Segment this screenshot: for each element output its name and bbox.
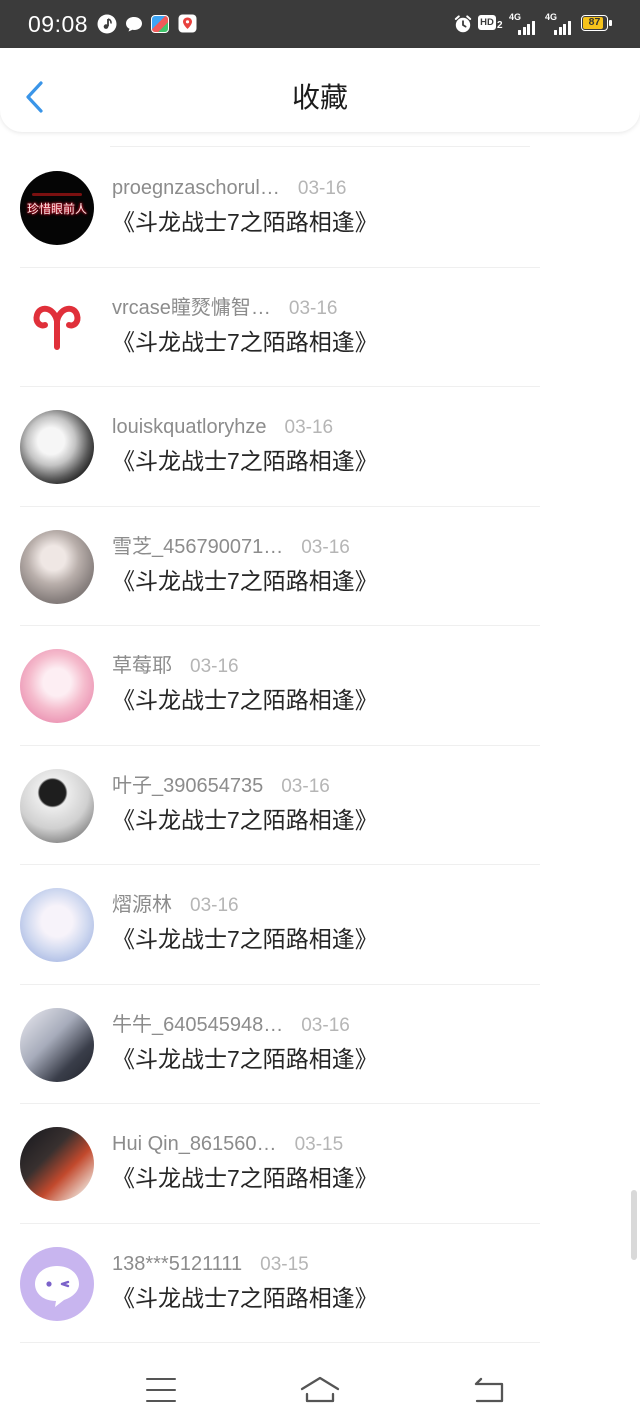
favorite-item[interactable]: vrcase瞳燹慵智… 03-16 《斗龙战士7之陌路相逢》 xyxy=(0,268,640,388)
user-name[interactable]: vrcase瞳燹慵智… xyxy=(112,296,271,320)
home-icon[interactable] xyxy=(299,1375,341,1405)
user-avatar[interactable] xyxy=(20,649,94,723)
favorite-date: 03-16 xyxy=(301,1014,350,1036)
favorite-date: 03-15 xyxy=(260,1253,309,1275)
favorite-title[interactable]: 《斗龙战士7之陌路相逢》 xyxy=(112,567,620,595)
favorite-date: 03-16 xyxy=(284,417,334,438)
favorite-header-row: louiskquatloryhze 03-16 xyxy=(112,415,620,439)
user-name[interactable]: 雪芝_456790071… xyxy=(112,535,283,559)
favorite-header-row: 138***5121111 03-15 xyxy=(112,1252,620,1276)
chat-face-icon xyxy=(35,1265,79,1307)
list-divider xyxy=(110,146,530,147)
chat-bubble-icon xyxy=(126,17,142,32)
favorite-header-row: vrcase瞳燹慵智… 03-16 xyxy=(112,296,620,320)
favorite-meta: louiskquatloryhze 03-16 《斗龙战士7之陌路相逢》 xyxy=(112,415,620,475)
favorite-title[interactable]: 《斗龙战士7之陌路相逢》 xyxy=(112,447,620,475)
user-name[interactable]: 138***5121111 xyxy=(112,1252,242,1276)
system-nav-bar xyxy=(0,1343,640,1427)
favorite-item[interactable]: 草莓耶 03-16 《斗龙战士7之陌路相逢》 xyxy=(0,626,640,746)
user-avatar[interactable] xyxy=(20,529,94,604)
favorite-date: 03-16 xyxy=(301,536,350,558)
status-time: 09:08 xyxy=(28,11,89,37)
signal-bars-icon xyxy=(518,21,535,35)
user-name[interactable]: Hui Qin_861560… xyxy=(112,1132,277,1156)
avatar-decoration xyxy=(32,193,82,196)
favorite-date: 03-16 xyxy=(190,895,239,916)
favorite-header-row: Hui Qin_861560… 03-15 xyxy=(112,1132,620,1156)
signal-bars-icon xyxy=(554,21,571,35)
status-bar: 09:08 HD 2 4G 4G 87 xyxy=(0,0,640,48)
favorite-item[interactable]: 雪芝_456790071… 03-16 《斗龙战士7之陌路相逢》 xyxy=(0,507,640,627)
battery-nub xyxy=(609,20,612,26)
favorite-date: 03-16 xyxy=(281,775,330,797)
page-title: 收藏 xyxy=(291,82,348,113)
user-name[interactable]: 叶子_390654735 xyxy=(112,774,263,798)
user-name[interactable]: proegnzaschorul… xyxy=(112,176,280,200)
favorite-title[interactable]: 《斗龙战士7之陌路相逢》 xyxy=(112,686,620,714)
favorite-date: 03-16 xyxy=(288,297,338,319)
user-name[interactable]: louiskquatloryhze xyxy=(112,415,267,439)
favorite-title[interactable]: 《斗龙战士7之陌路相逢》 xyxy=(112,1045,620,1073)
avatar-caption: 珍惜眼前人 xyxy=(26,202,87,216)
favorite-item[interactable]: louiskquatloryhze 03-16 《斗龙战士7之陌路相逢》 xyxy=(0,387,640,507)
favorite-meta: 熠源林 03-16 《斗龙战士7之陌路相逢》 xyxy=(112,893,620,953)
favorite-header-row: 雪芝_456790071… 03-16 xyxy=(112,535,620,559)
menu-icon[interactable] xyxy=(146,1378,176,1403)
hd-badge: HD xyxy=(478,15,496,30)
user-avatar[interactable] xyxy=(20,1127,94,1201)
scrollbar[interactable] xyxy=(631,1190,637,1260)
favorite-meta: 草莓耶 03-16 《斗龙战士7之陌路相逢》 xyxy=(112,654,620,714)
favorite-meta: 叶子_390654735 03-16 《斗龙战士7之陌路相逢》 xyxy=(112,774,620,834)
favorite-header-row: 牛牛_640545948… 03-16 xyxy=(112,1013,620,1037)
signal-sim2: 4G xyxy=(545,12,577,36)
favorite-title[interactable]: 《斗龙战士7之陌路相逢》 xyxy=(112,925,620,953)
app-header: 收藏 xyxy=(0,48,640,132)
user-avatar[interactable]: 珍惜眼前人 xyxy=(20,171,94,245)
user-name[interactable]: 牛牛_640545948… xyxy=(112,1013,283,1037)
favorite-item[interactable]: 叶子_390654735 03-16 《斗龙战士7之陌路相逢》 xyxy=(0,746,640,866)
music-icon xyxy=(97,14,117,34)
favorite-meta: vrcase瞳燹慵智… 03-16 《斗龙战士7之陌路相逢》 xyxy=(112,296,620,356)
user-avatar[interactable] xyxy=(20,410,94,484)
user-avatar[interactable] xyxy=(20,768,94,843)
favorite-meta: Hui Qin_861560… 03-15 《斗龙战士7之陌路相逢》 xyxy=(112,1132,620,1192)
favorite-title[interactable]: 《斗龙战士7之陌路相逢》 xyxy=(112,328,620,356)
hd-badge-sub: 2 xyxy=(497,20,503,31)
favorite-meta: 牛牛_640545948… 03-16 《斗龙战士7之陌路相逢》 xyxy=(112,1013,620,1073)
battery-icon: 87 xyxy=(581,15,608,31)
favorite-header-row: proegnzaschorul… 03-16 xyxy=(112,176,620,200)
favorite-item[interactable]: Hui Qin_861560… 03-15 《斗龙战士7之陌路相逢》 xyxy=(0,1104,640,1224)
favorite-title[interactable]: 《斗龙战士7之陌路相逢》 xyxy=(112,1164,620,1192)
user-avatar[interactable] xyxy=(20,888,94,962)
favorite-meta: proegnzaschorul… 03-16 《斗龙战士7之陌路相逢》 xyxy=(112,176,620,236)
favorite-header-row: 草莓耶 03-16 xyxy=(112,654,620,678)
favorite-title[interactable]: 《斗龙战士7之陌路相逢》 xyxy=(112,806,620,834)
favorite-date: 03-16 xyxy=(297,178,347,199)
app-icon xyxy=(151,15,169,33)
aries-symbol-icon xyxy=(33,305,81,350)
favorite-item[interactable]: 牛牛_640545948… 03-16 《斗龙战士7之陌路相逢》 xyxy=(0,985,640,1105)
favorite-header-row: 熠源林 03-16 xyxy=(112,893,620,917)
user-name[interactable]: 草莓耶 xyxy=(112,654,172,678)
favorite-item[interactable]: 138***5121111 03-15 《斗龙战士7之陌路相逢》 xyxy=(0,1224,640,1344)
user-avatar[interactable] xyxy=(20,1246,94,1321)
favorites-list: 珍惜眼前人 proegnzaschorul… 03-16 《斗龙战士7之陌路相逢… xyxy=(0,148,640,1343)
favorite-title[interactable]: 《斗龙战士7之陌路相逢》 xyxy=(112,208,620,236)
back-icon[interactable] xyxy=(472,1376,506,1406)
favorite-header-row: 叶子_390654735 03-16 xyxy=(112,774,620,798)
favorite-item[interactable]: 珍惜眼前人 proegnzaschorul… 03-16 《斗龙战士7之陌路相逢… xyxy=(0,148,640,268)
battery-percent: 87 xyxy=(588,16,601,28)
favorite-date: 03-16 xyxy=(190,656,239,677)
location-pin-icon xyxy=(178,14,197,33)
favorite-title[interactable]: 《斗龙战士7之陌路相逢》 xyxy=(112,1284,620,1312)
favorite-meta: 雪芝_456790071… 03-16 《斗龙战士7之陌路相逢》 xyxy=(112,535,620,595)
user-name[interactable]: 熠源林 xyxy=(112,893,172,917)
favorite-meta: 138***5121111 03-15 《斗龙战士7之陌路相逢》 xyxy=(112,1252,620,1312)
signal-sim1: 4G xyxy=(509,12,541,36)
alarm-icon xyxy=(454,15,472,33)
favorite-item[interactable]: 熠源林 03-16 《斗龙战士7之陌路相逢》 xyxy=(0,865,640,985)
user-avatar[interactable] xyxy=(20,1007,94,1082)
user-avatar[interactable] xyxy=(20,290,94,365)
favorite-date: 03-15 xyxy=(294,1134,344,1155)
